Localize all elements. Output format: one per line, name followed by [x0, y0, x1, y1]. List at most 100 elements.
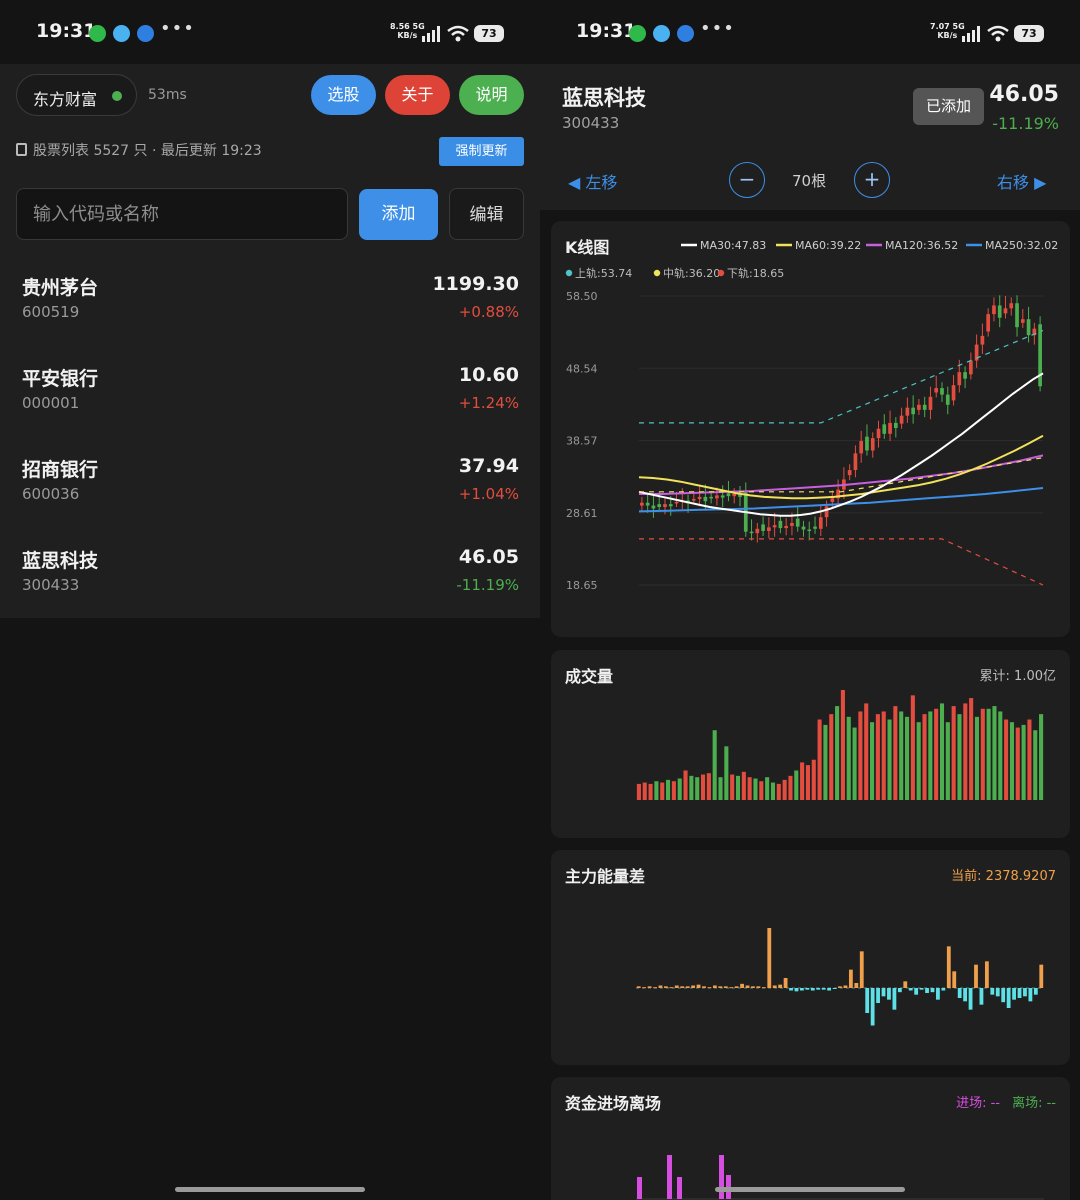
status-bar: 19:31 ••• 8.56 5G KB/s 73 [0, 0, 540, 64]
energy-bar [653, 987, 657, 989]
volume-bar [951, 706, 956, 800]
edit-button[interactable]: 编辑 [449, 188, 524, 240]
volume-bar [823, 724, 828, 800]
home-indicator[interactable] [715, 1187, 905, 1192]
added-button[interactable]: 已添加 [913, 88, 984, 125]
volume-bar [794, 770, 799, 800]
energy-bar [658, 985, 663, 988]
fund-flow-card: 资金进场离场 进场: -- 离场: -- [551, 1077, 1070, 1200]
energy-bar [887, 988, 891, 1000]
energy-chart[interactable] [551, 850, 1070, 1065]
stock-change: +1.04% [458, 485, 519, 503]
volume-bar [800, 762, 805, 800]
candle [847, 470, 852, 476]
legend-label: 中轨:36.20 [663, 266, 720, 280]
candle [1026, 319, 1031, 336]
energy-bar [974, 964, 978, 988]
kline-card: K线图 MA30:47.83 MA60:39.22 MA120:36.52 MA250… [551, 221, 1070, 637]
energy-bar [696, 984, 701, 988]
volume-bar [706, 773, 711, 800]
energy-bar [723, 986, 728, 988]
shift-left-button[interactable]: ◀ 左移 [568, 169, 617, 193]
stock-row[interactable]: 蓝思科技 300433 46.05 -11.19% [0, 533, 540, 624]
volume-bar [683, 770, 688, 800]
zoom-in-button[interactable]: + [854, 162, 890, 198]
volume-bar [986, 708, 991, 800]
energy-bar [848, 969, 853, 988]
volume-bar [916, 722, 921, 800]
shift-right-button[interactable]: 右移 ▶ [997, 169, 1046, 193]
energy-bar [984, 961, 989, 988]
stock-name: 招商银行 [22, 459, 99, 481]
zoom-out-button[interactable]: − [729, 162, 765, 198]
legend-label: MA30:47.83 [700, 239, 766, 252]
volume-bar [887, 719, 892, 800]
kline-chart[interactable]: MA30:47.83 MA60:39.22 MA120:36.52 MA250:32.… [551, 221, 1070, 637]
stock-price: 46.05 [989, 82, 1059, 107]
energy-bar [865, 988, 870, 1013]
candle [899, 415, 904, 424]
candle [784, 525, 789, 529]
volume-bar [870, 722, 875, 800]
fund-flow-chart[interactable] [551, 1077, 1070, 1200]
energy-bar [783, 978, 788, 988]
energy-bar [810, 988, 815, 991]
volume-bar [974, 716, 980, 800]
candle [703, 496, 708, 502]
energy-bar [734, 986, 739, 988]
energy-bar [952, 971, 957, 988]
home-indicator[interactable] [175, 1187, 365, 1192]
energy-bar [805, 988, 810, 990]
energy-bar [800, 988, 804, 991]
add-button[interactable]: 添加 [359, 189, 438, 240]
volume-chart[interactable] [551, 650, 1070, 838]
volume-bar [1009, 722, 1014, 800]
stock-name: 蓝思科技 [562, 86, 646, 110]
energy-bar [990, 988, 995, 995]
candle [986, 314, 991, 332]
candle [1015, 303, 1019, 328]
volume-bar [939, 703, 945, 800]
volume-bar [648, 783, 653, 800]
pick-stock-button[interactable]: 选股 [311, 75, 376, 115]
candle [859, 441, 864, 454]
candle [1009, 303, 1014, 309]
stock-row[interactable]: 平安银行 000001 10.60 +1.24% [0, 351, 540, 442]
data-source-pill[interactable]: 东方财富 [16, 74, 137, 116]
wifi-icon [447, 25, 469, 42]
stock-row[interactable]: 招商银行 600036 37.94 +1.04% [0, 442, 540, 533]
force-update-button[interactable]: 强制更新 [439, 137, 524, 166]
volume-bar [677, 778, 682, 800]
energy-bar [756, 986, 761, 988]
help-button[interactable]: 说明 [459, 75, 524, 115]
energy-bar [1012, 988, 1016, 1000]
volume-bar [718, 777, 723, 800]
stock-change: -11.19% [456, 576, 519, 594]
network-speed: 7.07 5G KB/s [930, 22, 965, 40]
bar-count-label: 70根 [792, 172, 827, 190]
energy-bar [919, 988, 924, 990]
energy-bar [816, 988, 821, 990]
energy-bar [707, 987, 712, 989]
bird-app-icon [677, 25, 694, 42]
energy-bar [838, 986, 842, 988]
volume-bar [980, 708, 985, 800]
search-input[interactable] [16, 188, 348, 240]
energy-bar [767, 928, 772, 988]
candle [772, 525, 777, 528]
energy-bar [821, 988, 826, 990]
energy-bar [669, 987, 674, 989]
volume-bar [712, 730, 717, 800]
energy-bar [881, 988, 886, 997]
energy-bar [941, 988, 946, 991]
volume-bar [963, 703, 968, 800]
candle [969, 360, 973, 375]
stock-code: 000001 [22, 394, 80, 412]
about-button[interactable]: 关于 [385, 75, 450, 115]
stock-list-screen: 19:31 ••• 8.56 5G KB/s 73 东方财富 53ms 选股 关… [0, 0, 540, 1200]
volume-bar [735, 775, 741, 800]
energy-bar [680, 986, 685, 988]
volume-bar [852, 727, 857, 800]
stock-row[interactable]: 贵州茅台 600519 1199.30 +0.88% [0, 260, 540, 351]
candle [657, 504, 662, 508]
